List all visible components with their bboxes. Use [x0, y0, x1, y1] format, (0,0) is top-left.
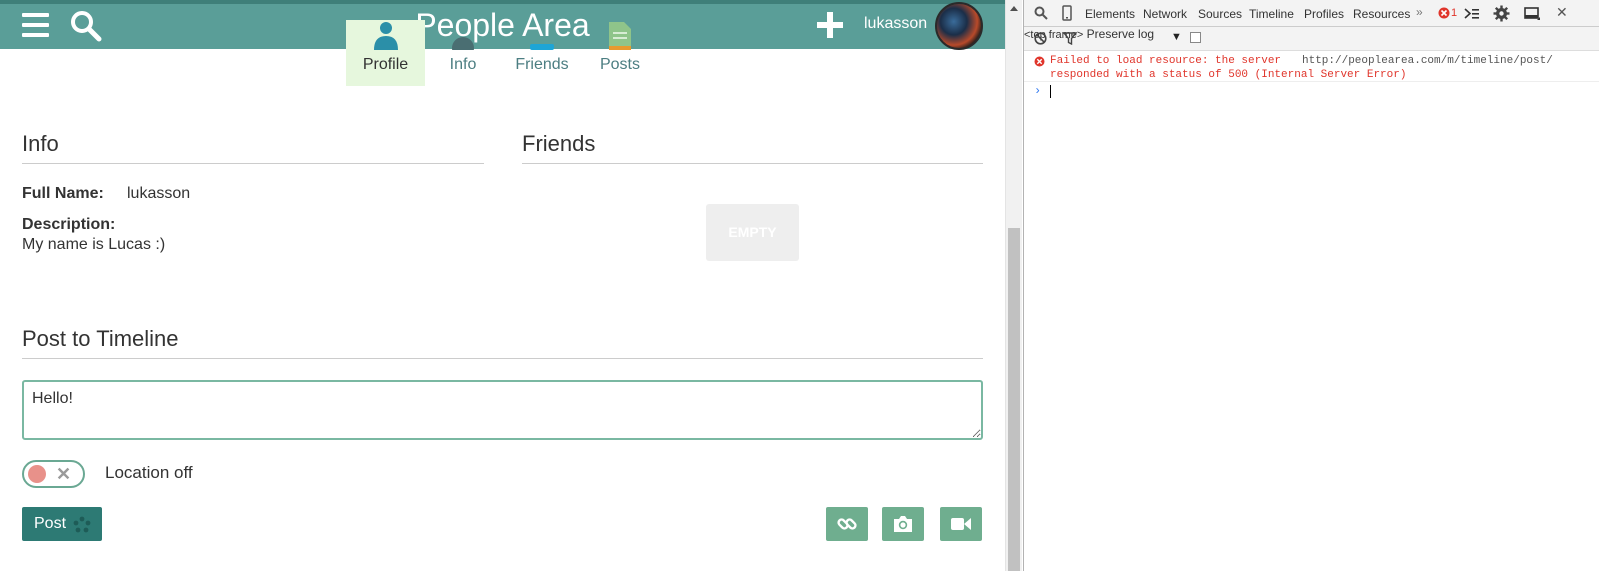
error-icon	[1034, 56, 1045, 71]
post-textarea[interactable]	[22, 380, 983, 440]
app-title: People Area	[415, 7, 590, 43]
description-value: My name is Lucas :)	[22, 236, 166, 253]
camera-icon	[894, 516, 912, 532]
preserve-log-checkbox[interactable]	[1190, 32, 1201, 43]
app-viewport: People Area lukasson Profile Info Friend…	[0, 0, 1005, 571]
location-toggle[interactable]: ✕	[22, 460, 85, 488]
tab-profile-label: Profile	[362, 56, 409, 73]
error-count[interactable]: 1	[1451, 7, 1457, 19]
console-input-caret[interactable]	[1050, 85, 1051, 98]
devtools-tab-network[interactable]: Network	[1143, 7, 1187, 21]
clear-console-icon[interactable]	[1034, 32, 1047, 48]
dock-side-icon[interactable]	[1524, 7, 1540, 23]
console-drawer-icon[interactable]	[1464, 7, 1480, 23]
devtools-tab-elements[interactable]: Elements	[1085, 7, 1135, 21]
tab-info-label: Info	[449, 56, 477, 73]
scroll-up-arrow-icon[interactable]	[1006, 0, 1022, 17]
console-error-url[interactable]: http://peoplearea.com/m/timeline/post/	[1302, 54, 1553, 68]
preserve-log-label: Preserve log	[1086, 27, 1155, 41]
add-icon[interactable]	[816, 11, 844, 39]
post-heading: Post to Timeline	[22, 326, 179, 351]
console-prompt-icon: ›	[1034, 84, 1042, 98]
full-name-label: Full Name:	[22, 185, 104, 202]
tab-profile[interactable]: Profile	[346, 20, 425, 86]
tab-friends-label: Friends	[515, 56, 569, 73]
gear-icon[interactable]	[1493, 5, 1510, 25]
post-button[interactable]: Post	[22, 507, 102, 541]
avatar[interactable]	[935, 2, 983, 50]
close-icon[interactable]: ✕	[1556, 4, 1568, 21]
page-scrollbar[interactable]	[1005, 0, 1022, 571]
video-camera-icon	[951, 518, 971, 530]
navbar-top-line	[0, 0, 1005, 4]
friends-icon	[529, 20, 555, 50]
devtools-tabbar: Elements Network Sources Timeline Profil…	[1024, 0, 1599, 27]
info-divider	[22, 163, 484, 164]
toggle-knob	[28, 465, 46, 483]
device-mode-icon[interactable]	[1062, 5, 1072, 24]
full-name-value: lukasson	[127, 185, 191, 202]
description-label: Description:	[22, 216, 116, 233]
friends-heading: Friends	[522, 131, 596, 156]
close-icon: ✕	[56, 464, 72, 484]
devtools-tab-sources[interactable]: Sources	[1198, 7, 1242, 21]
post-divider	[22, 358, 983, 359]
attach-photo-button[interactable]	[882, 507, 924, 541]
post-button-label: Post	[34, 515, 67, 532]
info-heading: Info	[22, 131, 59, 156]
attach-video-button[interactable]	[940, 507, 982, 541]
scrollbar-thumb[interactable]	[1008, 228, 1020, 571]
friends-empty-placeholder: EMPTY	[706, 204, 799, 261]
devtools-tab-resources[interactable]: Resources	[1353, 7, 1410, 21]
devtools-panel: Elements Network Sources Timeline Profil…	[1023, 0, 1599, 571]
console-toolbar: <top frame> ▼ Preserve log	[1024, 27, 1599, 51]
devtools-tab-profiles[interactable]: Profiles	[1304, 7, 1344, 21]
location-label: Location off	[105, 463, 193, 482]
tab-friends[interactable]: Friends	[510, 20, 574, 86]
info-icon	[450, 20, 476, 59]
filter-icon[interactable]	[1062, 32, 1078, 48]
tab-posts[interactable]: Posts	[590, 20, 650, 86]
more-tabs-icon[interactable]: »	[1416, 5, 1423, 19]
attach-link-button[interactable]	[826, 507, 868, 541]
tab-info[interactable]: Info	[432, 20, 494, 86]
person-icon	[373, 20, 399, 50]
loading-spinner-icon	[73, 516, 91, 534]
console-error-row: Failed to load resource: the server resp…	[1024, 52, 1599, 82]
devtools-tab-timeline[interactable]: Timeline	[1249, 7, 1294, 21]
document-icon	[607, 20, 633, 50]
search-icon[interactable]	[1034, 6, 1048, 23]
top-navbar: People Area lukasson	[0, 0, 1005, 50]
frame-selector-dropdown-icon[interactable]: ▼	[1171, 31, 1182, 43]
tab-posts-label: Posts	[599, 56, 640, 73]
friends-divider	[522, 163, 983, 164]
username[interactable]: lukasson	[864, 15, 927, 33]
error-badge-icon[interactable]	[1438, 7, 1450, 22]
link-icon	[837, 518, 857, 530]
